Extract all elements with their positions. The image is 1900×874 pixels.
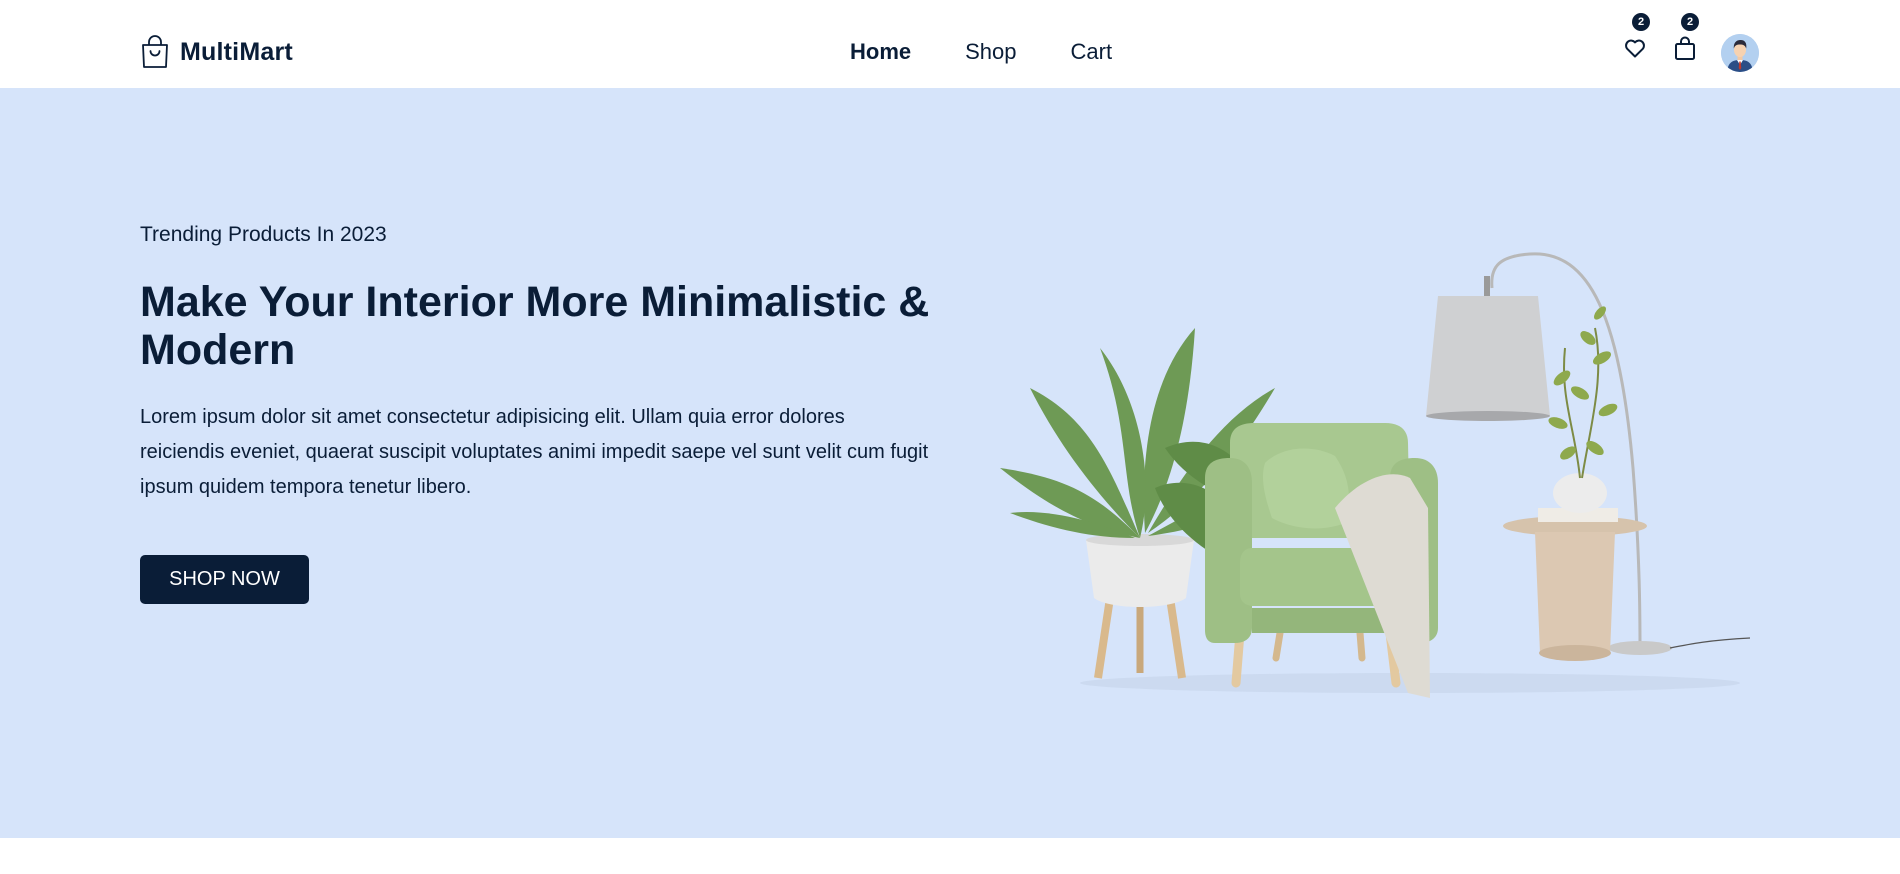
shop-now-button[interactable]: SHOP NOW (140, 555, 309, 604)
brand-name: MultiMart (180, 37, 293, 66)
hero-description: Lorem ipsum dolor sit amet consectetur a… (140, 406, 929, 498)
heart-icon (1625, 39, 1645, 58)
hero-image (1000, 252, 1751, 698)
user-avatar[interactable] (1721, 34, 1759, 72)
wishlist-count-badge: 2 (1632, 13, 1650, 31)
armchair-image (1205, 423, 1438, 698)
nav-item-cart[interactable]: Cart (1071, 39, 1113, 65)
nav-item-home[interactable]: Home (850, 39, 911, 65)
cart-button[interactable]: 2 (1673, 13, 1699, 61)
brand-logo[interactable]: MultiMart (140, 35, 293, 69)
cart-count-badge: 2 (1681, 13, 1699, 31)
hero-subtitle: Trending Products In 2023 (140, 223, 387, 246)
nav-item-shop[interactable]: Shop (965, 39, 1016, 65)
page-bottom-strip (0, 838, 1900, 874)
shopping-bag-icon (142, 35, 168, 68)
hero-title: Make Your Interior More Minimalistic & M… (140, 278, 930, 374)
main-nav: Home Shop Cart (850, 38, 1112, 66)
hero-section: Trending Products In 2023 Make Your Inte… (0, 88, 1900, 838)
site-header: MultiMart Home Shop Cart 2 2 (0, 0, 1900, 88)
wishlist-button[interactable]: 2 (1623, 13, 1650, 60)
avatar-icon (1721, 34, 1759, 72)
header-actions: 2 2 (1610, 0, 1770, 88)
bag-icon (1675, 36, 1695, 60)
